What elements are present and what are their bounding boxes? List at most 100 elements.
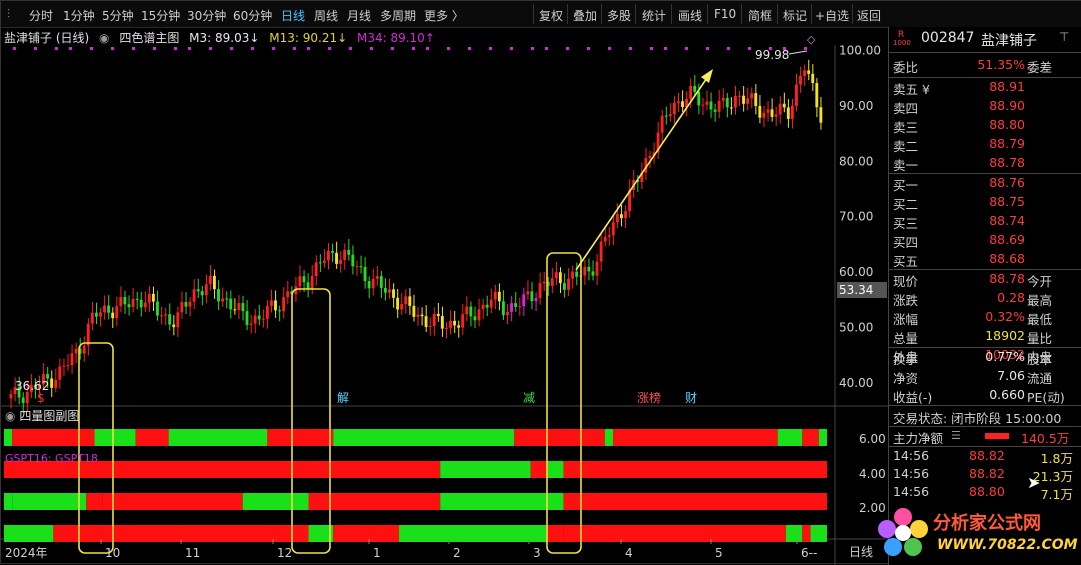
dock-icon[interactable]: ⊤ bbox=[1059, 30, 1069, 44]
tick-time: 14:56 bbox=[893, 448, 930, 463]
signal-dot bbox=[251, 47, 254, 50]
stat-row: 涨幅 0.32% 最低 bbox=[889, 309, 1081, 328]
candle-body bbox=[461, 314, 465, 328]
stat2-row-label: 换手 bbox=[893, 352, 919, 367]
signal-dot bbox=[629, 47, 632, 50]
stat-row-label: 现价 bbox=[893, 274, 919, 289]
candle-body bbox=[689, 85, 693, 99]
back-button[interactable]: 返回 bbox=[857, 7, 881, 24]
candle-body bbox=[705, 101, 709, 105]
signal-dot bbox=[566, 47, 569, 50]
f10-button[interactable]: F10 bbox=[714, 7, 736, 21]
overlay-button[interactable]: 叠加 bbox=[573, 7, 597, 24]
candle-body bbox=[46, 374, 49, 379]
weicha-label: 委差 bbox=[1027, 60, 1053, 75]
volume-signal-bar bbox=[4, 429, 13, 446]
draw-line-button[interactable]: 画线 bbox=[678, 7, 702, 24]
volume-signal-bar bbox=[94, 429, 136, 446]
signal-dot bbox=[90, 47, 93, 50]
y-tick-label: 80.00 bbox=[839, 154, 873, 168]
event-marker: 减 bbox=[523, 391, 535, 405]
r-badge-icon: R 1000 bbox=[893, 30, 911, 48]
candle-body bbox=[339, 259, 343, 264]
ask-row-label: 卖一 bbox=[893, 158, 919, 173]
candle-body bbox=[530, 291, 534, 302]
candle-body bbox=[359, 266, 363, 268]
candle-body bbox=[62, 365, 66, 367]
period-tab-1min[interactable]: 1分钟 bbox=[63, 7, 95, 24]
high-price-label: 99.98 bbox=[755, 48, 789, 62]
period-tab-15min[interactable]: 15分钟 bbox=[141, 7, 180, 24]
period-tab-multi[interactable]: 多周期 bbox=[380, 7, 416, 24]
candle-body bbox=[725, 97, 729, 108]
volume-signal-bar bbox=[168, 429, 268, 446]
candle-body bbox=[664, 115, 668, 117]
ask-row: 卖五 ¥ 88.91 bbox=[889, 79, 1081, 98]
signal-dot bbox=[650, 47, 653, 50]
volume-signal-bar bbox=[810, 525, 827, 542]
period-tab-timeshare[interactable]: 分时 bbox=[29, 7, 53, 24]
stat-row-value: 0.28 bbox=[997, 290, 1025, 305]
y-tick-label: 100.00 bbox=[839, 44, 881, 58]
candle-body bbox=[241, 303, 245, 312]
candle-body bbox=[681, 101, 684, 108]
stock-code: 002847 bbox=[921, 30, 975, 46]
multi-stock-button[interactable]: 多股 bbox=[607, 7, 631, 24]
signal-dot bbox=[727, 47, 730, 50]
signal-dot bbox=[489, 47, 492, 50]
stat2-row-value: 7.06 bbox=[997, 368, 1025, 383]
watermark-url: WWW.70822.COM bbox=[937, 537, 1078, 553]
candle-body bbox=[82, 345, 86, 354]
period-tab-30min[interactable]: 30分钟 bbox=[187, 7, 226, 24]
candle-body bbox=[424, 316, 428, 328]
candle-body bbox=[383, 287, 387, 293]
candle-body bbox=[729, 107, 733, 109]
candle-body bbox=[416, 314, 420, 317]
signal-dot bbox=[748, 47, 751, 50]
simple-frame-button[interactable]: 简框 bbox=[748, 7, 772, 24]
candle-body bbox=[286, 291, 290, 298]
candle-body bbox=[819, 107, 823, 123]
candle-body bbox=[571, 271, 575, 279]
candle-body bbox=[237, 303, 241, 311]
sub-chart-toggle-icon[interactable]: ◉ bbox=[5, 409, 15, 423]
candle-body bbox=[587, 266, 591, 272]
volume-signal-bar bbox=[440, 461, 531, 478]
volume-signal-bar bbox=[333, 429, 515, 446]
restore-rights-button[interactable]: 复权 bbox=[539, 7, 563, 24]
period-badge[interactable]: 日线 bbox=[849, 543, 873, 560]
bid-row-label: 买五 bbox=[893, 254, 919, 269]
candle-body bbox=[457, 325, 461, 328]
candle-body bbox=[217, 289, 220, 302]
ask-row-value: 88.79 bbox=[989, 136, 1025, 151]
sub-y-tick-label: 6.00 bbox=[859, 432, 886, 446]
candle-body bbox=[742, 95, 745, 104]
candle-body bbox=[156, 301, 159, 316]
stat2-row: 收益(-) 0.660 PE(动) bbox=[889, 387, 1081, 406]
period-tab-daily[interactable]: 日线 bbox=[281, 7, 305, 24]
stat2-row-value: 0.660 bbox=[989, 387, 1025, 402]
volume-signal-bar bbox=[86, 493, 103, 510]
period-tab-more[interactable]: 更多 〉 bbox=[424, 7, 464, 24]
signal-dot bbox=[447, 47, 450, 50]
statistics-button[interactable]: 统计 bbox=[642, 7, 666, 24]
candle-body bbox=[558, 272, 562, 284]
period-tab-60min[interactable]: 60分钟 bbox=[233, 7, 272, 24]
signal-dot bbox=[293, 47, 296, 50]
stock-name: 盐津铺子 bbox=[981, 33, 1037, 49]
candle-body bbox=[778, 103, 782, 115]
period-tab-5min[interactable]: 5分钟 bbox=[102, 7, 134, 24]
period-tab-monthly[interactable]: 月线 bbox=[347, 7, 371, 24]
period-tab-weekly[interactable]: 周线 bbox=[314, 7, 338, 24]
candle-body bbox=[25, 391, 29, 404]
add-watchlist-button[interactable]: +自选 bbox=[815, 7, 849, 24]
mark-button[interactable]: 标记 bbox=[783, 7, 807, 24]
event-marker: 涨榜 bbox=[637, 390, 661, 405]
candlestick-chart[interactable]: 100.00 90.00 80.00 70.00 60.00 50.00 40.00 6.0… bbox=[1, 27, 888, 565]
net-flow-menu-icon[interactable]: ☰ bbox=[951, 429, 961, 442]
sub-chart-name[interactable]: 四量图副图 bbox=[19, 409, 79, 423]
flower-logo-icon bbox=[878, 508, 928, 556]
signal-dot bbox=[153, 47, 156, 50]
signal-dot bbox=[545, 47, 548, 50]
candle-body bbox=[180, 302, 184, 313]
